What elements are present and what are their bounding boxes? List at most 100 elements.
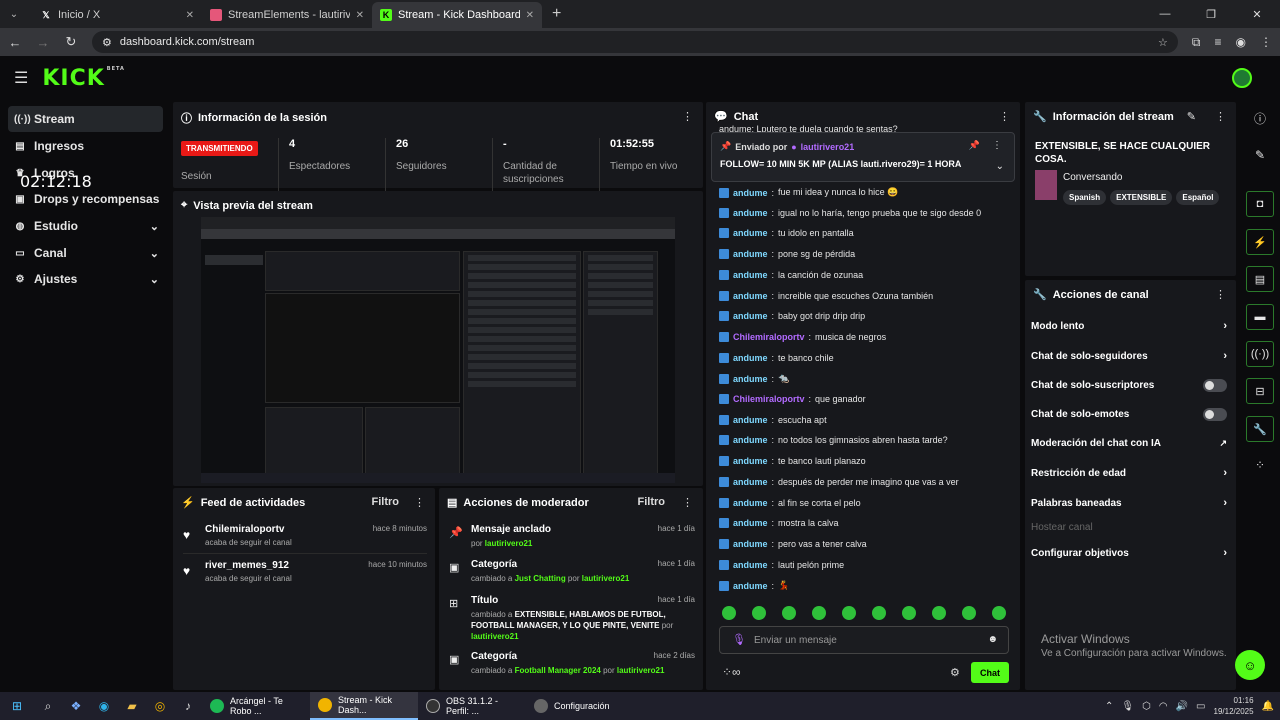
chat-username[interactable]: andume (733, 311, 768, 321)
infinity-icon[interactable]: ⁘∞ (722, 665, 741, 679)
emote-icon[interactable] (932, 606, 946, 620)
hamburger-menu-icon[interactable]: ☰ (14, 68, 28, 88)
site-info-icon[interactable]: ⚙ (102, 36, 112, 49)
chat-username[interactable]: Chilemiraloportv (733, 394, 805, 404)
pinned-menu-icon[interactable]: ⋮ (992, 140, 1002, 151)
url-field[interactable]: ⚙ dashboard.kick.com/stream ☆ (92, 31, 1178, 53)
send-chat-button[interactable]: Chat (971, 662, 1009, 683)
chat-username[interactable]: andume (733, 539, 768, 549)
camera-icon[interactable]: ◘ (1246, 191, 1274, 217)
stream-preview-video[interactable] (201, 217, 675, 483)
taskbar-app-settings[interactable]: Configuración (526, 692, 634, 720)
browser-tab[interactable]: 𝕏 Inicio / X ✕ (32, 2, 202, 28)
chat-username[interactable]: Chilemiraloportv (733, 332, 805, 342)
minimize-icon[interactable]: — (1142, 0, 1188, 28)
chat-username[interactable]: andume (733, 435, 768, 445)
pinned-message[interactable]: 📌 Enviado por ● lautirivero21 📌 ⋮ FOLLOW= 1… (711, 132, 1015, 182)
browser-tab-active[interactable]: K Stream - Kick Dashboard ✕ (372, 2, 542, 28)
wrench-icon[interactable]: 🔧 (1246, 416, 1274, 442)
chat-username[interactable]: andume (733, 353, 768, 363)
wifi-icon[interactable]: ◠ (1159, 701, 1168, 712)
search-icon[interactable]: ⌕ (34, 692, 62, 720)
emote-icon[interactable] (902, 606, 916, 620)
sidebar-item-canal[interactable]: ▭ Canal ⌄ (8, 240, 163, 266)
more-options-icon[interactable]: ⋮ (414, 496, 425, 509)
chat-username[interactable]: andume (733, 560, 768, 570)
clipboard-icon[interactable]: ▤ (1246, 266, 1274, 292)
feed-filter-button[interactable]: Filtro (372, 496, 400, 508)
goals-item[interactable]: Configurar objetivos › (1031, 547, 1227, 559)
emote-icon[interactable] (872, 606, 886, 620)
kick-logo[interactable]: KICK BETA (42, 66, 125, 91)
unpin-icon[interactable]: 📌 (969, 140, 980, 151)
emote-icon[interactable] (992, 606, 1006, 620)
chat-settings-icon[interactable]: ⚙ (950, 666, 960, 679)
battery-icon[interactable]: ▭ (1196, 701, 1205, 712)
bookmark-star-icon[interactable]: ☆ (1158, 36, 1168, 49)
profile-icon[interactable]: ◉ (1236, 35, 1246, 49)
windows-start-icon[interactable]: ⊞ (0, 692, 34, 720)
tray-overflow-icon[interactable]: ⌃ (1105, 701, 1113, 712)
chat-username[interactable]: andume (733, 581, 768, 591)
forward-icon[interactable]: → (36, 35, 50, 50)
copilot-icon[interactable]: ❖ (62, 692, 90, 720)
info-icon[interactable]: ⓘ (1246, 105, 1274, 131)
mic-icon[interactable]: 🎙 (1121, 701, 1134, 712)
chat-username[interactable]: andume (733, 518, 768, 528)
emote-icon[interactable] (842, 606, 856, 620)
sidebar-item-estudio[interactable]: ◍ Estudio ⌄ (8, 213, 163, 239)
volume-icon[interactable]: 🔊 (1176, 701, 1188, 712)
browser-menu-icon[interactable]: ⋮ (1260, 35, 1272, 49)
subscribers-only-toggle[interactable] (1203, 379, 1227, 392)
chat-username[interactable]: andume (733, 498, 768, 508)
edge-icon[interactable]: ◉ (90, 692, 118, 720)
chat-username[interactable]: andume (733, 188, 768, 198)
layout-icon[interactable]: ⊟ (1246, 378, 1274, 404)
taskbar-app-chrome[interactable]: Stream - Kick Dash... (310, 692, 418, 720)
sidebar-item-ajustes[interactable]: ⚙ Ajustes ⌄ (8, 266, 163, 292)
chat-input[interactable]: 🎙 Enviar un mensaje ☻ (719, 626, 1009, 654)
stream-tag[interactable]: Español (1176, 190, 1220, 205)
new-tab-icon[interactable]: + (552, 5, 561, 23)
more-options-icon[interactable]: ⋮ (999, 110, 1010, 123)
help-chat-button[interactable]: ☺ (1235, 650, 1265, 680)
taskbar-app-obs[interactable]: OBS 31.1.2 - Perfil: ... (418, 692, 526, 720)
browser-tab[interactable]: StreamElements - lautirivero21✕ (202, 2, 372, 28)
close-tab-icon[interactable]: ✕ (186, 10, 194, 21)
emote-icon[interactable] (782, 606, 796, 620)
close-window-icon[interactable]: ✕ (1234, 0, 1280, 28)
chat-username[interactable]: andume (733, 415, 768, 425)
chat-bubble-icon[interactable]: ▬ (1246, 304, 1274, 330)
restore-icon[interactable]: ❐ (1188, 0, 1234, 28)
sidebar-item-ingresos[interactable]: ▤ Ingresos (8, 133, 163, 159)
more-options-icon[interactable]: ⋮ (1215, 110, 1226, 123)
edit-icon[interactable]: ✎ (1187, 110, 1196, 123)
chat-username[interactable]: andume (733, 291, 768, 301)
broadcast-icon[interactable]: ((·)) (1246, 341, 1274, 367)
user-avatar[interactable] (1232, 68, 1252, 88)
more-options-icon[interactable]: ⋮ (682, 496, 693, 509)
chrome-icon[interactable]: ◎ (146, 692, 174, 720)
chat-username[interactable]: andume (733, 374, 768, 384)
chat-username[interactable]: andume (733, 456, 768, 466)
slow-mode-item[interactable]: Modo lento › (1031, 320, 1227, 332)
file-explorer-icon[interactable]: ▰ (118, 692, 146, 720)
sidebar-item-stream[interactable]: ((·)) Stream (8, 106, 163, 132)
emote-icon[interactable] (812, 606, 826, 620)
emote-icon[interactable] (722, 606, 736, 620)
tiktok-icon[interactable]: ♪ (174, 692, 202, 720)
notifications-icon[interactable]: 🔔 (1262, 701, 1274, 712)
edit-icon[interactable]: ✎ (1246, 142, 1274, 168)
chat-username[interactable]: andume (733, 249, 768, 259)
banned-words-item[interactable]: Palabras baneadas › (1031, 497, 1227, 509)
vpn-icon[interactable]: ⬡ (1142, 701, 1151, 712)
reload-icon[interactable]: ↻ (64, 34, 78, 50)
ai-moderation-item[interactable]: Moderación del chat con IA ↗ (1031, 438, 1227, 449)
lightning-icon[interactable]: ⚡ (1246, 229, 1274, 255)
apps-icon[interactable]: ⁘ (1246, 452, 1274, 478)
mod-filter-button[interactable]: Filtro (638, 496, 666, 508)
stream-tag[interactable]: EXTENSIBLE (1110, 190, 1173, 205)
emoji-icon[interactable]: ☻ (987, 634, 998, 645)
more-options-icon[interactable]: ⋮ (682, 110, 693, 123)
more-options-icon[interactable]: ⋮ (1215, 288, 1226, 301)
